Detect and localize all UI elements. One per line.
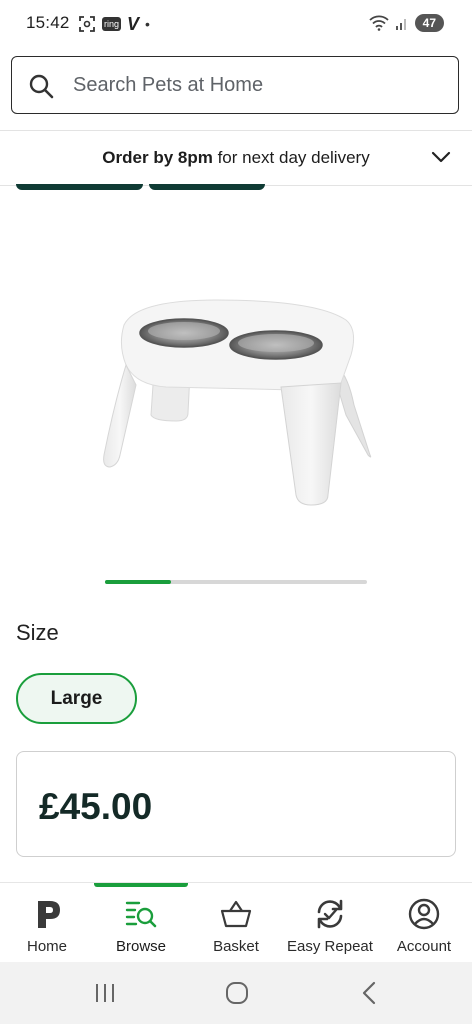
delivery-cutoff: Order by 8pm <box>102 148 213 167</box>
screenshot-icon <box>79 16 95 32</box>
carousel-progress-fill <box>105 580 171 584</box>
chevron-down-icon[interactable] <box>430 149 452 165</box>
nav-item-easy-repeat[interactable]: Easy Repeat <box>283 883 377 963</box>
status-time: 15:42 <box>26 13 70 32</box>
back-icon[interactable] <box>356 980 384 1006</box>
repeat-icon <box>317 899 343 929</box>
size-label: Size <box>16 620 59 645</box>
delivery-banner[interactable]: Order by 8pm for next day delivery <box>0 130 472 186</box>
nav-label-browse: Browse <box>115 938 167 955</box>
more-notifications-dot: • <box>145 16 150 32</box>
home-icon[interactable] <box>223 980 251 1006</box>
image-carousel-indicator[interactable] <box>105 580 367 584</box>
delivery-message: Order by 8pm for next day delivery <box>0 148 472 168</box>
nav-item-account[interactable]: Account <box>377 883 471 963</box>
system-navigation-bar <box>0 962 472 1024</box>
product-image[interactable] <box>96 295 378 515</box>
basket-icon <box>220 900 252 928</box>
recent-apps-icon[interactable] <box>91 980 119 1006</box>
wifi-icon <box>369 15 389 31</box>
active-tab-indicator <box>94 883 188 887</box>
nav-label-basket: Basket <box>213 938 259 955</box>
nav-item-browse[interactable]: Browse <box>94 883 188 963</box>
search-input[interactable]: Search Pets at Home <box>73 74 263 97</box>
account-icon <box>408 898 440 930</box>
nav-item-basket[interactable]: Basket <box>189 883 283 963</box>
size-option-large[interactable]: Large <box>16 673 137 724</box>
nav-label-account: Account <box>396 938 452 955</box>
status-bar: 15:42 ring V • 47 <box>0 0 472 48</box>
ring-app-icon: ring <box>102 17 122 31</box>
browse-search-icon <box>125 901 157 928</box>
battery-icon: 47 <box>414 14 444 32</box>
badge-partial <box>16 184 143 190</box>
search-bar[interactable]: Search Pets at Home <box>11 56 459 114</box>
bottom-navigation: Home Browse Basket Easy Repeat Account <box>0 882 472 963</box>
nav-label-home: Home <box>26 938 67 955</box>
price: £45.00 <box>39 786 153 827</box>
search-icon <box>29 74 54 99</box>
nav-label-easy-repeat: Easy Repeat <box>287 938 373 955</box>
status-right-icons: 47 <box>369 14 444 32</box>
delivery-detail: for next day delivery <box>212 148 370 167</box>
price-box: £45.00 <box>16 751 456 857</box>
carrier-v-icon: V <box>127 13 140 34</box>
badge-partial <box>149 184 265 190</box>
pets-at-home-logo-icon <box>38 901 60 928</box>
nav-item-home[interactable]: Home <box>0 883 94 963</box>
status-notification-icons: ring V • <box>78 14 150 34</box>
signal-icon <box>395 19 406 30</box>
